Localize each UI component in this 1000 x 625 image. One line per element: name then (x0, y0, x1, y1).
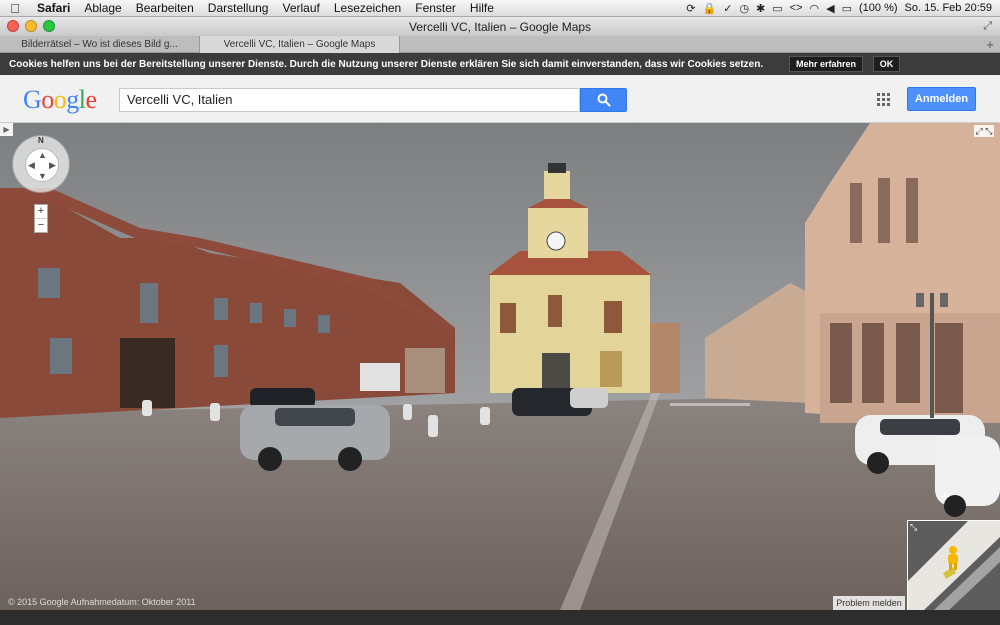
battery-icon[interactable]: ▭ (842, 2, 852, 15)
compass-north-label: N (38, 136, 44, 145)
check-icon[interactable]: ✓ (723, 2, 732, 15)
display-icon[interactable]: ▭ (772, 2, 782, 15)
cookie-ok-button[interactable]: OK (873, 56, 900, 72)
report-problem-link[interactable]: Problem melden (833, 596, 905, 610)
zoom-control: + − (34, 204, 48, 233)
menu-app-safari[interactable]: Safari (30, 1, 77, 15)
battery-percent[interactable]: (100 %) (859, 2, 898, 14)
time-machine-icon[interactable]: ◷ (739, 2, 749, 15)
add-marker-icon[interactable]: + (941, 488, 949, 504)
new-tab-button[interactable]: + (980, 36, 1000, 52)
code-icon[interactable]: <> (790, 2, 803, 14)
minimap[interactable]: ⤡ (907, 520, 1000, 610)
close-window-button[interactable] (7, 20, 19, 32)
zoom-in-button[interactable]: + (35, 205, 47, 218)
window-controls (7, 20, 55, 32)
menu-fenster[interactable]: Fenster (408, 1, 463, 15)
search-button[interactable] (580, 88, 627, 112)
menu-bearbeiten[interactable]: Bearbeiten (129, 1, 201, 15)
cookie-more-button[interactable]: Mehr erfahren (789, 56, 864, 72)
pegman-icon[interactable] (945, 545, 961, 571)
mac-menubar:  Safari Ablage Bearbeiten Darstellung V… (0, 0, 1000, 17)
expand-icon[interactable]: ⤢ ⤡ (974, 125, 994, 137)
clock[interactable]: So. 15. Feb 20:59 (905, 2, 992, 14)
panel-toggle-icon[interactable]: ▶ (0, 123, 13, 136)
tab-label: Bilderrätsel – Wo ist dieses Bild g... (21, 39, 178, 50)
cookie-banner: Cookies helfen uns bei der Bereitstellun… (0, 53, 1000, 75)
window-title: Vercelli VC, Italien – Google Maps (408, 19, 592, 34)
pan-down-icon[interactable]: ▼ (38, 171, 47, 181)
zoom-out-button[interactable]: − (35, 219, 47, 232)
volume-icon[interactable]: ◀ (826, 2, 834, 15)
tab-bar: Bilderrätsel – Wo ist dieses Bild g... V… (0, 36, 1000, 53)
tab-bilderraetsel[interactable]: Bilderrätsel – Wo ist dieses Bild g... (0, 36, 200, 53)
streetview-pan-control[interactable]: N ▲ ▼ ◀ ▶ (12, 135, 70, 193)
streetview-panorama[interactable] (0, 123, 1000, 610)
window-titlebar: Vercelli VC, Italien – Google Maps ⤢ (0, 17, 1000, 36)
menu-darstellung[interactable]: Darstellung (201, 1, 276, 15)
menu-verlauf[interactable]: Verlauf (275, 1, 326, 15)
pan-pad[interactable]: ▲ ▼ ◀ ▶ (25, 148, 59, 182)
google-header: Google Vercelli VC, Italien Anmelden (0, 75, 1000, 123)
lock-icon[interactable]: 🔒 (703, 2, 717, 15)
pan-left-icon[interactable]: ◀ (28, 160, 35, 171)
minimap-expand-icon[interactable]: ⤡ (910, 522, 917, 533)
menu-hilfe[interactable]: Hilfe (463, 1, 501, 15)
tab-google-maps[interactable]: Vercelli VC, Italien – Google Maps (200, 36, 400, 53)
pan-right-icon[interactable]: ▶ (49, 160, 56, 171)
signin-button[interactable]: Anmelden (907, 87, 976, 111)
window-bottom-edge (0, 610, 1000, 625)
menu-lesezeichen[interactable]: Lesezeichen (327, 1, 408, 15)
sync-icon[interactable]: ⟳ (686, 2, 695, 15)
google-logo[interactable]: Google (23, 85, 97, 115)
wifi-icon[interactable]: ◠ (810, 2, 820, 15)
search-input[interactable]: Vercelli VC, Italien (119, 88, 580, 112)
menu-ablage[interactable]: Ablage (77, 1, 128, 15)
minimize-window-button[interactable] (25, 20, 37, 32)
apps-grid-icon[interactable] (877, 93, 890, 106)
fullscreen-icon[interactable]: ⤢ (983, 20, 992, 33)
tab-label: Vercelli VC, Italien – Google Maps (223, 39, 376, 50)
streetview-viewport[interactable]: ▶ N ▲ ▼ ◀ ▶ + − ⤢ ⤡ + © 2015 Google Aufn… (0, 123, 1000, 610)
zoom-window-button[interactable] (43, 20, 55, 32)
cookie-text: Cookies helfen uns bei der Bereitstellun… (9, 58, 764, 70)
bluetooth-icon[interactable]: ✱ (756, 2, 765, 15)
apple-icon[interactable]:  (0, 1, 30, 16)
attribution-text: © 2015 Google Aufnahmedatum: Oktober 201… (8, 597, 196, 607)
pan-up-icon[interactable]: ▲ (38, 150, 47, 160)
search-icon (597, 93, 611, 107)
